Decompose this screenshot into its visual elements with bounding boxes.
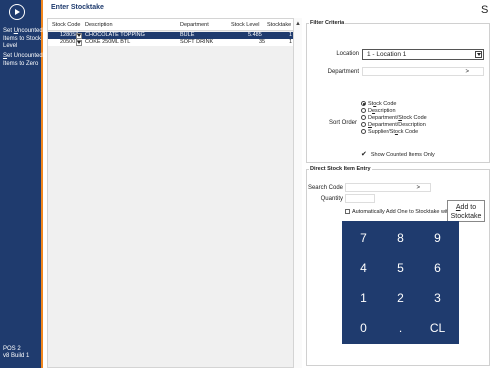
sidebar: Set Uncounted Items to Stock Level Set U… — [0, 0, 43, 368]
direct-entry-title: Direct Stock Item Entry — [309, 166, 372, 172]
key-3[interactable]: 3 — [421, 283, 454, 313]
key-5[interactable]: 5 — [384, 253, 417, 283]
search-picker[interactable]: > — [416, 184, 420, 192]
row-dropdown[interactable] — [76, 32, 82, 39]
scroll-up-icon[interactable]: ▲ — [295, 21, 301, 27]
action1-line1: Set Uncounted — [3, 28, 43, 36]
sort-option-department-description[interactable]: Department/Description — [361, 122, 426, 128]
sort-option-description[interactable]: Description — [361, 108, 396, 114]
checkmark-icon: ✔ — [361, 151, 367, 158]
set-uncounted-to-stock-level-button[interactable]: Set Uncounted Items to Stock Level — [3, 28, 43, 51]
show-counted-label: Show Counted Items Only — [370, 152, 435, 158]
row-description: COKE 250ML BTL — [85, 39, 131, 45]
action1-line3: Level — [3, 43, 18, 49]
location-select[interactable]: 1 - Location 1 — [362, 49, 484, 60]
key-6[interactable]: 6 — [421, 253, 454, 283]
department-picker[interactable]: > — [465, 68, 469, 76]
col-stocktake[interactable]: Stocktake — [267, 22, 291, 28]
department-field[interactable]: > — [362, 67, 484, 76]
grid-scrollbar[interactable]: ▲ ▼ — [294, 18, 302, 368]
key-decimal[interactable]: . — [384, 313, 417, 343]
key-clear[interactable]: CL — [421, 313, 454, 343]
col-stock-level[interactable]: Stock Level — [231, 22, 259, 28]
search-code-input[interactable]: > — [345, 183, 431, 192]
col-stock-code[interactable]: Stock Code — [52, 22, 80, 28]
key-8[interactable]: 8 — [384, 223, 417, 253]
table-row[interactable]: 205001 COKE 250ML BTL SOFT DRINK 35 1 — [48, 39, 293, 46]
action1-post: ncounted — [18, 28, 43, 34]
location-dropdown[interactable] — [475, 51, 482, 58]
key-7[interactable]: 7 — [347, 223, 380, 253]
department-label: Department — [327, 69, 359, 75]
row-stock-level: 5.485 — [248, 32, 262, 38]
s-button[interactable]: S — [481, 4, 488, 16]
sort-opt-text: ck Code — [376, 101, 397, 107]
radio-selected — [361, 101, 366, 106]
key-1[interactable]: 1 — [347, 283, 380, 313]
header: Enter Stocktake S ✕ — [43, 0, 491, 16]
add-text: dd to — [460, 204, 477, 211]
set-uncounted-to-zero-button[interactable]: Set Uncounted Items to Zero — [3, 53, 43, 68]
circle-arrow-right-icon — [15, 9, 20, 15]
chevron-down-icon — [476, 53, 481, 56]
sort-order-label: Sort Order — [328, 120, 357, 126]
row-stocktake[interactable]: 1 — [289, 39, 292, 46]
version-info: POS 2 v8 Build 1 — [3, 346, 29, 360]
filter-criteria-group: Filter Criteria Location 1 - Location 1 … — [306, 20, 490, 163]
row-department: SOFT DRINK — [180, 39, 214, 45]
sort-option-department-stock-code[interactable]: Department/Stock Code — [361, 115, 427, 121]
radio — [361, 115, 366, 120]
radio — [361, 122, 366, 127]
row-stock-level: 35 — [259, 39, 266, 45]
pos-name: POS 2 — [3, 346, 21, 352]
add-to-stocktake-button[interactable]: Add to Stocktake — [447, 200, 485, 222]
back-button[interactable] — [9, 4, 25, 20]
checkbox-box — [345, 209, 350, 214]
radio — [361, 108, 366, 113]
sort-opt-text: epartment/Description — [371, 122, 426, 128]
search-code-label: Search Code — [307, 185, 343, 191]
sort-option-stock-code[interactable]: Stock Code — [361, 101, 396, 107]
sort-option-supplier-stock-code[interactable]: Supplier/Stock Code — [361, 129, 418, 135]
sort-opt-text: scription — [375, 108, 396, 114]
add-btn-line1: Add to — [448, 203, 484, 212]
page-title: Enter Stocktake — [51, 4, 104, 11]
chevron-down-icon — [77, 41, 81, 44]
key-9[interactable]: 9 — [421, 223, 454, 253]
grid-header: Stock Code Description Department Stock … — [48, 19, 293, 31]
action2-post: et Uncounted — [7, 53, 43, 59]
key-4[interactable]: 4 — [347, 253, 380, 283]
location-label: Location — [336, 51, 359, 57]
show-counted-checkbox[interactable]: ✔ Show Counted Items Only — [361, 150, 435, 158]
col-description[interactable]: Description — [85, 22, 113, 28]
filter-criteria-title: Filter Criteria — [309, 20, 346, 26]
row-dropdown[interactable] — [76, 39, 82, 46]
numeric-keypad: 7 8 9 4 5 6 1 2 3 0 . CL — [342, 221, 459, 344]
sort-opt-text: ck Code — [397, 129, 419, 135]
col-department[interactable]: Department — [180, 22, 209, 28]
add-btn-line2: Stocktake — [450, 213, 482, 220]
action2-line2: Items to Zero — [3, 60, 39, 67]
sort-opt-text: tock Code — [401, 115, 427, 121]
row-stocktake[interactable]: 1 — [289, 32, 292, 39]
row-department: BULE — [180, 32, 195, 38]
action1-pre: Set — [3, 28, 14, 34]
sort-opt-text: Supplier/St — [368, 129, 395, 135]
key-0[interactable]: 0 — [347, 313, 380, 343]
chevron-down-icon — [77, 34, 81, 37]
row-description: CHOCOLATE TOPPING — [85, 32, 145, 38]
stock-grid[interactable]: Stock Code Description Department Stock … — [47, 18, 294, 368]
location-value: 1 - Location 1 — [367, 51, 407, 58]
radio — [361, 129, 366, 134]
action2-line1: Set Uncounted — [3, 53, 43, 61]
quantity-label: Quantity — [320, 196, 343, 202]
build-number: v8 Build 1 — [3, 353, 30, 359]
table-row[interactable]: 128058 CHOCOLATE TOPPING BULE 5.485 1 — [48, 32, 293, 39]
action1-line2: Items to Stock — [3, 35, 42, 42]
key-2[interactable]: 2 — [384, 283, 417, 313]
sort-opt-text: Department/ — [368, 115, 399, 121]
quantity-input[interactable] — [345, 194, 375, 203]
